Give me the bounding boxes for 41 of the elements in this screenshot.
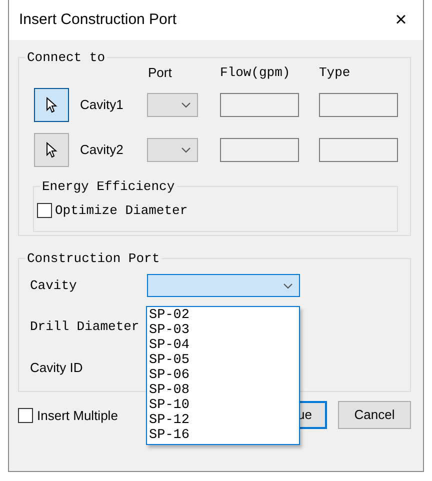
field-label: Drill Diameter [30, 318, 140, 336]
group-title: Construction Port [26, 252, 161, 265]
flow-field[interactable] [220, 92, 299, 116]
cancel-button[interactable]: Cancel [338, 401, 411, 429]
dropdown-option[interactable]: SP-16 [149, 428, 297, 443]
close-button[interactable]: × [379, 10, 423, 30]
checkbox-label: Optimize Diameter [55, 202, 188, 220]
column-header: Type [319, 64, 352, 82]
cursor-icon [46, 142, 58, 158]
field-label: Cavity [30, 276, 78, 295]
pick-button[interactable] [34, 132, 69, 166]
cavity-label: Cavity2 [79, 140, 124, 159]
field-label: Cavity ID [30, 358, 84, 377]
chevron-down-icon [283, 282, 293, 288]
checkbox-label: Insert Multiple [37, 407, 118, 425]
window-title: Insert Construction Port [19, 10, 177, 30]
chevron-down-icon [181, 102, 191, 108]
dropdown-option[interactable]: SP-10 [149, 398, 297, 413]
port-dropdown[interactable] [147, 138, 198, 162]
type-field[interactable] [319, 92, 398, 116]
dropdown-option[interactable]: SP-12 [149, 413, 297, 428]
chevron-down-icon [181, 146, 191, 152]
dropdown-option[interactable]: SP-08 [149, 383, 297, 398]
checkbox[interactable] [18, 408, 33, 424]
dropdown-option[interactable]: SP-05 [149, 353, 297, 368]
cursor-icon [46, 96, 58, 112]
dropdown-option[interactable]: SP-06 [149, 368, 297, 383]
column-header: Flow(gpm) [220, 64, 292, 82]
pick-button[interactable] [34, 88, 69, 122]
port-dropdown[interactable] [147, 92, 198, 116]
dropdown-option[interactable]: SP-03 [149, 323, 297, 338]
cavity-label: Cavity1 [79, 96, 124, 114]
group-title: Energy Efficiency [41, 180, 176, 193]
type-field[interactable] [319, 138, 398, 162]
column-header: Port [147, 64, 173, 82]
cavity-dropdown[interactable] [147, 274, 300, 297]
flow-field[interactable] [220, 138, 299, 162]
dropdown-option[interactable]: SP-04 [149, 338, 297, 353]
dropdown-option[interactable]: SP-02 [149, 308, 297, 323]
group-title: Connect to [26, 51, 106, 64]
checkbox[interactable] [37, 203, 52, 218]
